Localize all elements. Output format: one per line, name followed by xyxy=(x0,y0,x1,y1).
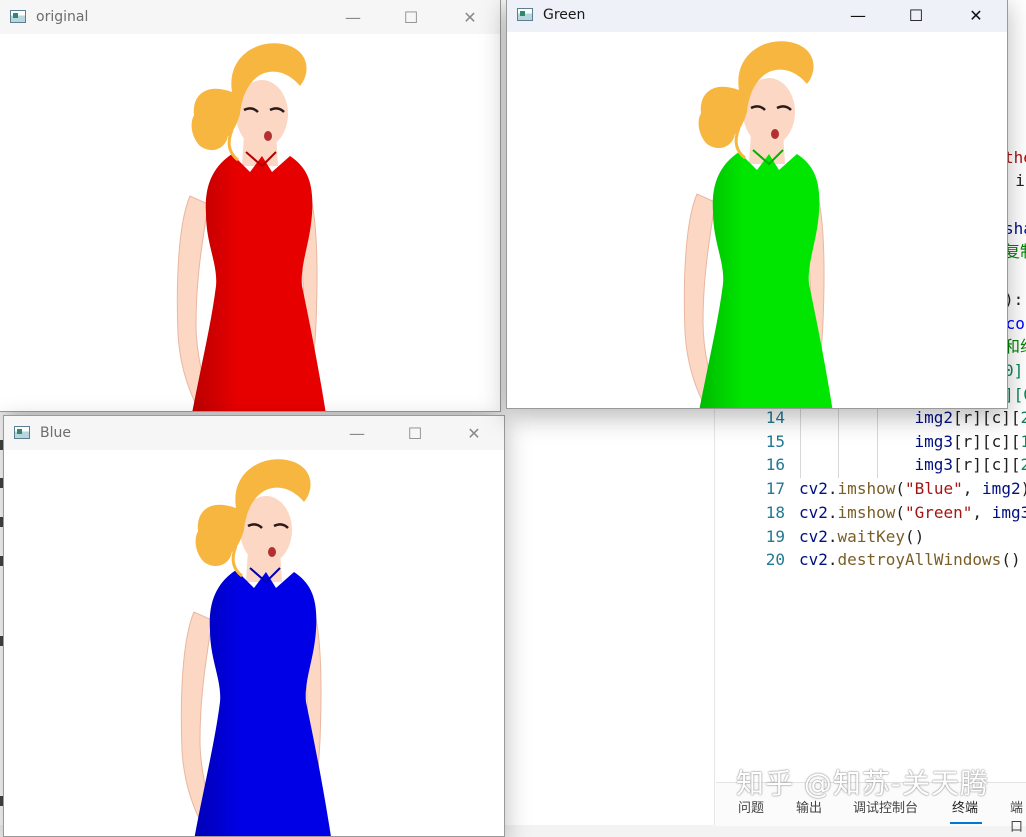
mouth xyxy=(268,547,276,557)
mouth xyxy=(771,129,779,139)
image-canvas xyxy=(507,32,1007,408)
code-line: 19 cv2.waitKey() xyxy=(715,525,1026,549)
line-number: 20 xyxy=(735,548,785,572)
app-icon xyxy=(517,8,533,21)
mouth xyxy=(264,131,272,141)
code-line: 14 img2[r][c][2 xyxy=(715,406,1026,430)
code-text: img2[r][c][2 xyxy=(915,406,1026,430)
active-tab-indicator xyxy=(950,822,982,824)
app-icon xyxy=(14,426,30,439)
code-text: cv2.imshow("Green", img3 xyxy=(799,501,1026,525)
close-icon[interactable]: ✕ xyxy=(447,0,493,34)
title-bar[interactable]: original — ☐ ✕ xyxy=(0,0,500,34)
line-number: 14 xyxy=(735,406,785,430)
window-title: Blue xyxy=(40,425,71,441)
line-number: 17 xyxy=(735,477,785,501)
line-number: 19 xyxy=(735,525,785,549)
figure xyxy=(181,459,336,837)
close-icon[interactable]: ✕ xyxy=(451,416,497,450)
image-canvas xyxy=(4,450,504,836)
window-title: Green xyxy=(543,7,585,23)
window-title: original xyxy=(36,9,88,25)
code-line: 15 img3[r][c][1 xyxy=(715,430,1026,454)
app-icon xyxy=(10,10,26,23)
close-icon[interactable]: ✕ xyxy=(953,0,999,32)
minimize-icon[interactable]: — xyxy=(835,0,881,32)
code-text: cv2.imshow("Blue", img2) xyxy=(799,477,1026,501)
title-bar[interactable]: Green — ☐ ✕ xyxy=(507,0,1007,32)
maximize-icon[interactable]: ☐ xyxy=(392,416,438,450)
line-number: 18 xyxy=(735,501,785,525)
window-blue[interactable]: Blue — ☐ ✕ xyxy=(3,415,505,837)
title-bar[interactable]: Blue — ☐ ✕ xyxy=(4,416,504,450)
code-text: img3[r][c][1 xyxy=(915,430,1026,454)
code-line: 16 img3[r][c][2 xyxy=(715,453,1026,477)
window-green[interactable]: Green — ☐ ✕ xyxy=(506,0,1008,409)
minimize-icon[interactable]: — xyxy=(334,416,380,450)
code-line: 20 cv2.destroyAllWindows() xyxy=(715,548,1026,572)
figure xyxy=(177,43,332,412)
minimize-icon[interactable]: — xyxy=(330,0,376,34)
watermark: 知乎 @知苏-关天腾 xyxy=(736,762,989,802)
code-line: 18 cv2.imshow("Green", img3 xyxy=(715,501,1026,525)
code-text: cv2.destroyAllWindows() xyxy=(799,548,1021,572)
line-number: 16 xyxy=(735,453,785,477)
code-text: img3[r][c][2 xyxy=(915,453,1026,477)
code-line: 17 cv2.imshow("Blue", img2) xyxy=(715,477,1026,501)
image-canvas xyxy=(0,34,500,411)
window-original[interactable]: original — ☐ ✕ xyxy=(0,0,501,412)
tab-ports[interactable]: 端口 xyxy=(1010,797,1026,835)
figure xyxy=(684,41,839,409)
maximize-icon[interactable]: ☐ xyxy=(388,0,434,34)
maximize-icon[interactable]: ☐ xyxy=(893,0,939,32)
line-number: 15 xyxy=(735,430,785,454)
code-text: cv2.waitKey() xyxy=(799,525,924,549)
